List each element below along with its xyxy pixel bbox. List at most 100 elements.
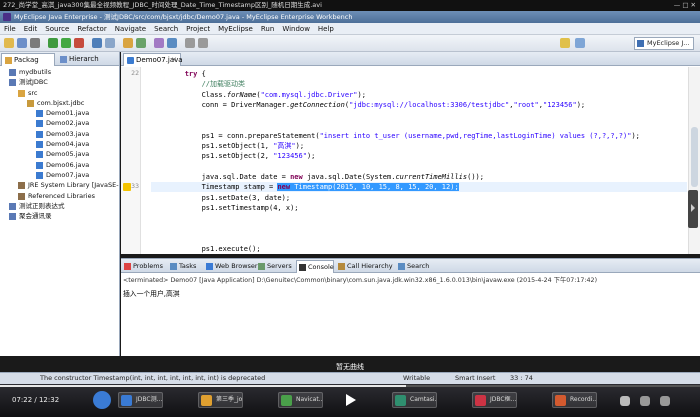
tree-item[interactable]: Demo01.java [0,108,120,118]
tree-item[interactable]: 聚会通讯录 [0,211,120,221]
taskbar-item[interactable]: JDBC测... [118,392,163,408]
tree-item[interactable]: Demo07.java [0,170,120,180]
panel-tab-label: Problems [133,262,163,270]
new-icon[interactable] [4,38,14,48]
code-line[interactable]: conn = DriverManager.getConnection("jdbc… [151,100,586,110]
tree-item-label: Demo07.java [46,170,90,179]
volume-icon[interactable] [620,396,630,406]
back-icon[interactable] [185,38,195,48]
code-line[interactable]: //加载驱动类 [151,79,245,89]
java-perspective-icon[interactable] [575,38,585,48]
package-explorer: Packag Hierarch mydbutils 测试JDBC src com.bj… [0,52,120,356]
new-package-icon[interactable] [123,38,133,48]
window-controls[interactable]: — □ ✕ [674,0,696,11]
bottom-panel: Problems Tasks Web Browser Servers Console Ca… [121,258,700,356]
menu-item-myeclipse[interactable]: MyEclipse [214,23,257,35]
tab-servers[interactable]: Servers [256,260,294,273]
side-panel-toggle[interactable] [688,190,698,228]
code-line[interactable]: ps1.setObject(1, "高淇"); [151,141,305,151]
menu-item-project[interactable]: Project [182,23,214,35]
code-line[interactable]: ps1.setDate(3, date); [151,193,291,203]
tab-problems[interactable]: Problems [122,260,166,273]
tree-item[interactable]: com.bjsxt.jdbc [0,98,120,108]
video-title-bar: 272_尚学堂_高淇_java300集最全视频教程_JDBC_时间处理_Date… [0,0,700,11]
save-icon[interactable] [17,38,27,48]
tab-hierarchy[interactable]: Hierarch [57,53,107,66]
status-cursor-position: 33 : 74 [510,374,533,382]
playlist-icon[interactable] [640,396,650,406]
code-line[interactable]: ps1.setObject(2, "123456"); [151,151,316,161]
close-icon[interactable]: ✕ [171,54,177,66]
tab-call-hierarchy[interactable]: Call Hierarchy [336,260,394,273]
folder-icon [18,89,25,97]
taskbar-item[interactable]: 第三季_jo... [198,392,243,408]
perspective-switcher[interactable]: MyEclipse J... [634,37,694,50]
video-progress[interactable] [0,385,700,387]
menu-item-window[interactable]: Window [278,23,314,35]
app-icon [555,395,566,406]
tree-item[interactable]: Demo03.java [0,129,120,139]
code-line[interactable]: try { [151,69,206,79]
menu-item-run[interactable]: Run [257,23,278,35]
ie-icon[interactable] [93,391,111,409]
menu-item-file[interactable]: File [0,23,20,35]
server-icon[interactable] [92,38,102,48]
warning-icon[interactable] [123,183,131,192]
new-class-icon[interactable] [136,38,146,48]
code-line[interactable]: Class.forName("com.mysql.jdbc.Driver"); [151,90,366,100]
taskbar-item[interactable]: JDBC框... [472,392,517,408]
tree-item[interactable]: src [0,88,120,98]
tree-item[interactable]: 测试JDBC [0,77,120,87]
tab-tasks[interactable]: Tasks [168,260,202,273]
call-hierarchy-icon [338,263,345,270]
tree-item-label: Demo03.java [46,129,90,138]
open-type-icon[interactable] [154,38,164,48]
menu-item-source[interactable]: Source [41,23,73,35]
deploy-icon[interactable] [105,38,115,48]
taskbar-item[interactable]: Camtasi... [392,392,437,408]
fullscreen-icon[interactable] [660,396,670,406]
tree-item[interactable]: Demo06.java [0,160,120,170]
open-perspective-icon[interactable] [560,38,570,48]
code-line[interactable]: Timestamp stamp = new Timestamp(2015, 10… [151,182,687,193]
tree-item[interactable]: Referenced Libraries [0,191,120,201]
menu-item-help[interactable]: Help [314,23,338,35]
tree-item[interactable]: Demo05.java [0,149,120,159]
code-line[interactable]: ps1 = conn.prepareStatement("insert into… [151,131,640,141]
menu-item-navigate[interactable]: Navigate [111,23,150,35]
tree-item[interactable]: mydbutils [0,67,120,77]
tab-console[interactable]: Console [296,260,334,273]
code-line[interactable]: ps1.setTimestamp(4, x); [151,203,299,213]
code-line[interactable]: ps1.execute(); [151,244,261,254]
servers-icon [258,263,265,270]
taskbar-item[interactable]: Recordi... [552,392,597,408]
external-tools-icon[interactable] [74,38,84,48]
forward-icon[interactable] [198,38,208,48]
scroll-thumb[interactable] [691,127,698,187]
tree-item[interactable]: 测试正则表达式 [0,201,120,211]
tab-search[interactable]: Search [396,260,432,273]
tree-item[interactable]: Demo02.java [0,118,120,128]
menu-item-refactor[interactable]: Refactor [73,23,110,35]
menu-item-search[interactable]: Search [150,23,182,35]
menu-item-edit[interactable]: Edit [20,23,42,35]
tree-item-label: Demo02.java [46,119,90,128]
java-icon [36,171,43,179]
tree-item[interactable]: Demo04.java [0,139,120,149]
debug-icon[interactable] [48,38,58,48]
code-area[interactable]: try { //加载驱动类 Class.forName("com.mysql.j… [141,67,687,254]
tab-package-explorer[interactable]: Packag [1,53,55,66]
tab-web-browser[interactable]: Web Browser [204,260,258,273]
video-progress-fill [0,385,406,387]
play-icon[interactable] [346,394,356,406]
code-line[interactable]: java.sql.Date date = new java.sql.Date(S… [151,172,484,182]
console-output[interactable]: 插入一个用户,高淇 [123,288,180,298]
window-title-bar: MyEclipse Java Enterprise - 测试JDBC/src/c… [0,11,700,23]
tab-demo07-java[interactable]: Demo07.java ✕ [123,53,183,66]
hierarchy-icon [60,56,67,63]
search-icon[interactable] [167,38,177,48]
run-icon[interactable] [61,38,71,48]
taskbar-item[interactable]: Navicat... [278,392,323,408]
tree-item[interactable]: JRE System Library [JavaSE- [0,180,120,190]
print-icon[interactable] [30,38,40,48]
